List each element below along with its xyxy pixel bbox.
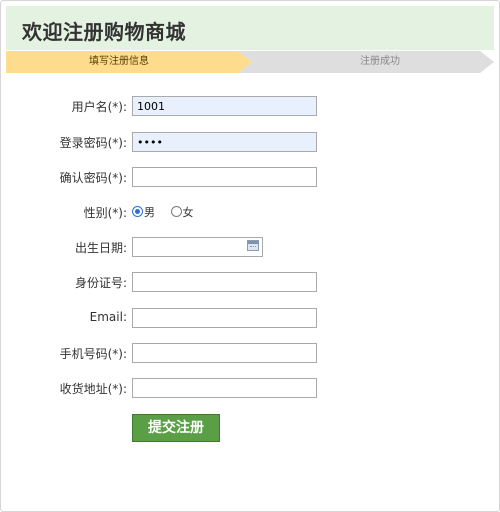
username-label: 用户名(*): bbox=[71, 100, 127, 114]
gender-female-radio[interactable] bbox=[170, 206, 182, 217]
step-label: 注册成功 bbox=[360, 56, 400, 67]
gender-label: 性别(*): bbox=[83, 206, 127, 220]
address-row: 收货地址(*): bbox=[1, 378, 499, 398]
confirm-password-row: 确认密码(*): bbox=[1, 167, 499, 187]
birthday-label: 出生日期: bbox=[74, 241, 127, 255]
birthday-input[interactable] bbox=[132, 237, 263, 257]
gender-male-label[interactable]: 男 bbox=[144, 206, 155, 219]
birthday-row: 出生日期: bbox=[1, 237, 499, 257]
phone-input[interactable] bbox=[132, 343, 317, 363]
progress-steps: 注册成功 填写注册信息 bbox=[6, 51, 494, 73]
page-title: 欢迎注册购物商城 bbox=[22, 20, 186, 44]
password-row: 登录密码(*): bbox=[1, 132, 499, 152]
confirm-password-label: 确认密码(*): bbox=[59, 171, 127, 185]
password-input[interactable] bbox=[132, 132, 317, 152]
gender-male-radio[interactable] bbox=[132, 206, 143, 217]
step-fill-info: 填写注册信息 bbox=[6, 51, 252, 73]
id-number-row: 身份证号: bbox=[1, 272, 499, 292]
email-label: Email: bbox=[89, 310, 127, 324]
gender-row: 性别(*): 男 女 bbox=[1, 202, 499, 222]
address-label: 收货地址(*): bbox=[59, 382, 127, 396]
phone-row: 手机号码(*): bbox=[1, 343, 499, 363]
email-row: Email: bbox=[1, 308, 499, 328]
username-row: 用户名(*): bbox=[1, 96, 499, 116]
gender-radio-group: 男 女 bbox=[132, 204, 206, 220]
calendar-icon[interactable] bbox=[247, 240, 259, 251]
step-register-success: 注册成功 bbox=[238, 51, 494, 73]
password-label: 登录密码(*): bbox=[59, 136, 127, 150]
id-number-label: 身份证号: bbox=[74, 276, 127, 290]
username-input[interactable] bbox=[132, 96, 317, 116]
submit-register-button[interactable]: 提交注册 bbox=[132, 414, 220, 442]
step-label: 填写注册信息 bbox=[89, 56, 149, 67]
gender-female-label[interactable]: 女 bbox=[183, 206, 194, 219]
page-header: 欢迎注册购物商城 bbox=[6, 6, 494, 50]
registration-page: 欢迎注册购物商城 注册成功 填写注册信息 用户名(*): 登录密码(*): 确认… bbox=[0, 0, 500, 512]
phone-label: 手机号码(*): bbox=[59, 347, 127, 361]
email-input[interactable] bbox=[132, 308, 317, 328]
id-number-input[interactable] bbox=[132, 272, 317, 292]
address-input[interactable] bbox=[132, 378, 317, 398]
confirm-password-input[interactable] bbox=[132, 167, 317, 187]
